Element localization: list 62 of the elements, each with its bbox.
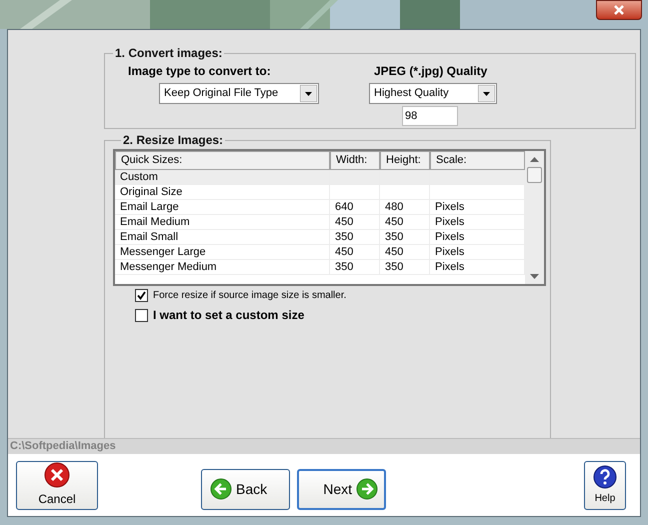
quality-dropdown[interactable]: Highest Quality xyxy=(369,83,497,104)
column-header[interactable]: Width: xyxy=(330,151,380,170)
table-cell-text: Custom xyxy=(120,170,158,185)
close-icon xyxy=(44,462,70,488)
table-cell-text: Pixels xyxy=(435,214,464,230)
table-cell-text: 350 xyxy=(335,230,354,245)
scrollbar-thumb[interactable] xyxy=(527,167,542,183)
next-button[interactable]: Next xyxy=(297,468,386,510)
column-header[interactable]: Height: xyxy=(380,151,430,170)
table-cell-text: Messenger Large xyxy=(120,244,206,260)
column-header[interactable]: Scale: xyxy=(430,151,525,170)
folder-path: C:\Softpedia\Images xyxy=(10,439,116,454)
table-cell-text: Pixels xyxy=(435,244,464,260)
table-cell-text: 350 xyxy=(385,260,404,275)
checkbox[interactable] xyxy=(135,308,148,322)
arrow-right-icon xyxy=(356,478,378,500)
column-header[interactable]: Quick Sizes: xyxy=(115,151,330,170)
table-cell-text: Pixels xyxy=(435,200,464,215)
checkbox-label: Force resize if source image size is smaller. xyxy=(153,289,346,303)
cancel-button[interactable]: Cancel xyxy=(16,460,98,510)
table-cell-text: 450 xyxy=(335,214,354,230)
checkbox-label: I want to set a custom size xyxy=(153,307,304,324)
list-row[interactable]: Email Small 350 350 Pixels xyxy=(115,230,525,245)
table-cell-text: 350 xyxy=(385,230,404,245)
field-label: Image type to convert to: xyxy=(128,63,271,80)
close-button[interactable] xyxy=(596,0,642,20)
table-cell-text: 350 xyxy=(335,260,354,275)
back-button[interactable]: Back xyxy=(201,468,290,510)
list-row[interactable]: Messenger Medium 350 350 Pixels xyxy=(115,260,525,275)
dropdown-arrow-icon xyxy=(478,85,495,102)
quality-field[interactable]: 98 xyxy=(402,106,458,126)
table-cell-text: Email Large xyxy=(120,200,179,215)
table-cell-text: 450 xyxy=(335,244,354,260)
table-cell-text: 450 xyxy=(385,244,404,260)
list-row[interactable]: Email Medium 450 450 Pixels xyxy=(115,215,525,230)
table-cell-text: Pixels xyxy=(435,260,464,275)
table-cell-text: Email Medium xyxy=(120,214,190,230)
scroll-down-icon xyxy=(530,274,539,279)
close-icon xyxy=(613,5,625,15)
help-button[interactable]: Help xyxy=(584,460,626,510)
group-title: 1. Convert images: xyxy=(114,45,224,62)
file-type-dropdown[interactable]: Keep Original File Type xyxy=(159,83,319,104)
table-cell-text: 640 xyxy=(335,200,354,215)
list-row[interactable]: Messenger Large 450 450 Pixels xyxy=(115,245,525,260)
table-cell-text: 480 xyxy=(385,200,404,215)
scroll-up-icon xyxy=(530,157,539,162)
arrow-left-icon xyxy=(210,478,232,500)
check-icon xyxy=(137,291,146,300)
group-title: 2. Resize Images: xyxy=(122,132,224,149)
help-icon xyxy=(593,464,617,488)
list-row[interactable]: Custom xyxy=(115,170,525,185)
table-cell-text: 450 xyxy=(385,214,404,230)
dropdown-arrow-icon xyxy=(300,85,317,102)
table-cell-text: Pixels xyxy=(435,230,464,245)
table-cell-text: Email Small xyxy=(120,230,178,245)
checkbox[interactable] xyxy=(135,289,148,302)
list-row[interactable]: Email Large 640 480 Pixels xyxy=(115,200,525,215)
list-row[interactable]: Original Size xyxy=(115,185,525,200)
scrollbar[interactable] xyxy=(525,151,544,284)
table-cell-text: Messenger Medium xyxy=(120,260,217,275)
table-cell-text: Original Size xyxy=(120,184,182,200)
field-label: JPEG (*.jpg) Quality xyxy=(374,63,488,80)
